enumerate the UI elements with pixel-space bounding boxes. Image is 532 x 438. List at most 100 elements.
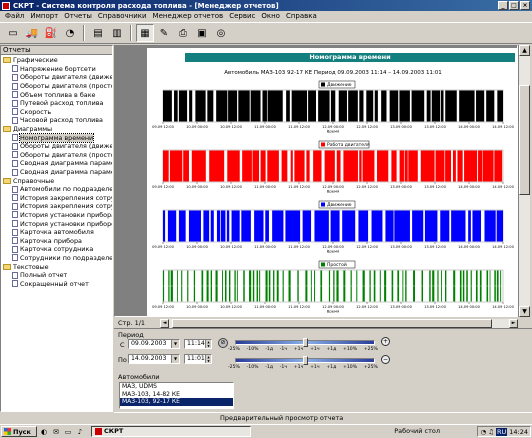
- minimize-button[interactable]: _: [498, 1, 508, 10]
- document-check-icon[interactable]: ▥: [108, 24, 126, 42]
- menu-help[interactable]: Справка: [283, 12, 320, 20]
- time-spinner-icon[interactable]: ▲ ▼: [205, 340, 211, 348]
- tree-item[interactable]: Скорость: [1, 108, 112, 117]
- vertical-scroll-thumb[interactable]: [519, 85, 530, 195]
- menu-report-manager[interactable]: Менеджер отчетов: [150, 12, 227, 20]
- menu-directories[interactable]: Справочники: [95, 12, 150, 20]
- menu-reports[interactable]: Отчеты: [61, 12, 95, 20]
- close-button[interactable]: ×: [520, 1, 530, 10]
- menu-file[interactable]: Файл: [2, 12, 27, 20]
- zoom-in-icon[interactable]: +: [381, 337, 390, 346]
- tree-item[interactable]: История установки прибора: [1, 211, 112, 220]
- tree-folder[interactable]: Справочные: [1, 176, 112, 185]
- tree-item[interactable]: Автомобили по подразделениям: [1, 185, 112, 194]
- menu-window[interactable]: Окно: [258, 12, 283, 20]
- desktop-toolbar-label[interactable]: Рабочий стол: [394, 427, 440, 435]
- chevron-down-icon[interactable]: ▼: [171, 340, 179, 348]
- volume-icon[interactable]: ♫: [488, 428, 494, 436]
- taskbar-app-button[interactable]: СКРТ: [91, 426, 251, 437]
- wrench-icon[interactable]: ✎: [155, 24, 173, 42]
- chevron-down-icon[interactable]: ▼: [171, 355, 179, 363]
- scale-label[interactable]: +1ч: [294, 347, 304, 352]
- language-indicator[interactable]: RU: [495, 427, 508, 436]
- scale-label[interactable]: -25%: [228, 365, 240, 370]
- from-shift-slider[interactable]: [235, 338, 375, 347]
- menu-import[interactable]: Импорт: [27, 12, 61, 20]
- tree-item[interactable]: Сводная диаграмма параметров: [1, 159, 112, 168]
- scale-label[interactable]: +1ч: [310, 347, 320, 352]
- to-time-input[interactable]: 11:01 ▲ ▼: [184, 354, 212, 364]
- scale-label[interactable]: +10%: [343, 365, 357, 370]
- horizontal-scroll-thumb[interactable]: [172, 319, 492, 328]
- horizontal-scrollbar[interactable]: ◄ ►: [160, 319, 518, 328]
- desktop-icon[interactable]: ▭: [63, 427, 73, 437]
- tree-item[interactable]: Номограмма времени: [1, 132, 112, 143]
- scale-label[interactable]: -10%: [247, 365, 259, 370]
- vehicle-list-item[interactable]: МАЗ-103, 92-17 КЕ: [120, 398, 233, 406]
- truck-icon[interactable]: 🚚: [23, 24, 41, 42]
- scale-label[interactable]: -1д: [265, 347, 273, 352]
- media-icon[interactable]: ♪: [75, 427, 85, 437]
- apply-period-icon[interactable]: ⊘: [218, 338, 228, 348]
- scroll-down-icon[interactable]: ▼: [519, 306, 530, 317]
- vehicles-list[interactable]: МАЗ, UDMS МАЗ-103, 14-82 КЕ МАЗ-103, 92-17…: [119, 382, 234, 409]
- mail-icon[interactable]: ✉: [51, 427, 61, 437]
- report-list-icon[interactable]: ▦: [136, 24, 154, 42]
- tree-item[interactable]: История установки приборов на авт: [1, 219, 112, 228]
- start-button[interactable]: Пуск: [1, 426, 37, 437]
- lifebuoy-icon[interactable]: ◎: [212, 24, 230, 42]
- scroll-left-icon[interactable]: ◄: [160, 319, 169, 328]
- scroll-up-icon[interactable]: ▲: [519, 45, 530, 56]
- scale-label[interactable]: -1д: [265, 365, 273, 370]
- scale-label[interactable]: +1ч: [294, 365, 304, 370]
- tree-item[interactable]: Путевой расход топлива: [1, 99, 112, 108]
- printer-icon[interactable]: ⎙: [174, 24, 192, 42]
- tray-icon[interactable]: ◔: [480, 428, 486, 436]
- browser-icon[interactable]: ◐: [39, 427, 49, 437]
- tree-item[interactable]: История закрепления сотрудник: [1, 202, 112, 211]
- scale-label[interactable]: +1д: [326, 347, 336, 352]
- tree-folder[interactable]: Графические: [1, 56, 112, 65]
- scale-label[interactable]: +10%: [343, 347, 357, 352]
- scale-label[interactable]: +25%: [364, 347, 378, 352]
- tree-item[interactable]: Сводная диаграмма параметров 1: [1, 168, 112, 177]
- tree-folder[interactable]: Текстовые: [1, 262, 112, 271]
- tree-item[interactable]: Карточка прибора: [1, 236, 112, 245]
- menu-service[interactable]: Сервис: [226, 12, 258, 20]
- from-time-input[interactable]: 11:14 ▲ ▼: [184, 339, 212, 349]
- to-shift-slider[interactable]: [235, 356, 375, 365]
- scale-label[interactable]: -10%: [247, 347, 259, 352]
- chart-icon[interactable]: ▤: [89, 24, 107, 42]
- vehicle-list-item[interactable]: МАЗ, UDMS: [120, 383, 233, 391]
- tree-item[interactable]: Обороты двигателя (движение): [1, 73, 112, 82]
- zoom-out-icon[interactable]: −: [381, 355, 390, 364]
- tree-item[interactable]: Часовой расход топлива: [1, 116, 112, 125]
- tree-item[interactable]: Обороты двигателя (движение): [1, 142, 112, 151]
- tree-item[interactable]: Полный отчет: [1, 271, 112, 280]
- scale-label[interactable]: +1д: [326, 365, 336, 370]
- save-icon[interactable]: ▣: [193, 24, 211, 42]
- from-shift-knob[interactable]: [303, 338, 308, 347]
- to-date-input[interactable]: 14.09.2003 ▼: [128, 354, 180, 364]
- scale-label[interactable]: +1ч: [310, 365, 320, 370]
- tree-folder[interactable]: Диаграммы: [1, 125, 112, 134]
- tree-item[interactable]: Сокращенный отчет: [1, 279, 112, 288]
- window-titlebar[interactable]: СКРТ - Система контроля расхода топлива …: [0, 0, 532, 11]
- card-reader-icon[interactable]: ▭: [4, 24, 22, 42]
- fuel-pump-icon[interactable]: ⛽: [42, 24, 60, 42]
- time-spinner-icon[interactable]: ▲ ▼: [205, 355, 211, 363]
- tree-item[interactable]: Напряжение бортсети: [1, 65, 112, 74]
- scale-label[interactable]: +25%: [364, 365, 378, 370]
- tree-item[interactable]: Карточка автомобиля: [1, 228, 112, 237]
- scale-label[interactable]: -1ч: [280, 347, 287, 352]
- gauge-icon[interactable]: ◔: [61, 24, 79, 42]
- maximize-button[interactable]: □: [509, 1, 519, 10]
- tree-item[interactable]: Объем топлива в баке: [1, 90, 112, 99]
- to-shift-knob[interactable]: [303, 356, 308, 365]
- scroll-right-icon[interactable]: ►: [509, 319, 518, 328]
- vertical-scrollbar[interactable]: ▲ ▼: [518, 45, 530, 317]
- scale-label[interactable]: -1ч: [280, 365, 287, 370]
- scale-label[interactable]: -25%: [228, 347, 240, 352]
- tree-item[interactable]: Сотрудники по подразделениям: [1, 254, 112, 263]
- tree-item[interactable]: История закрепления сотрудника: [1, 194, 112, 203]
